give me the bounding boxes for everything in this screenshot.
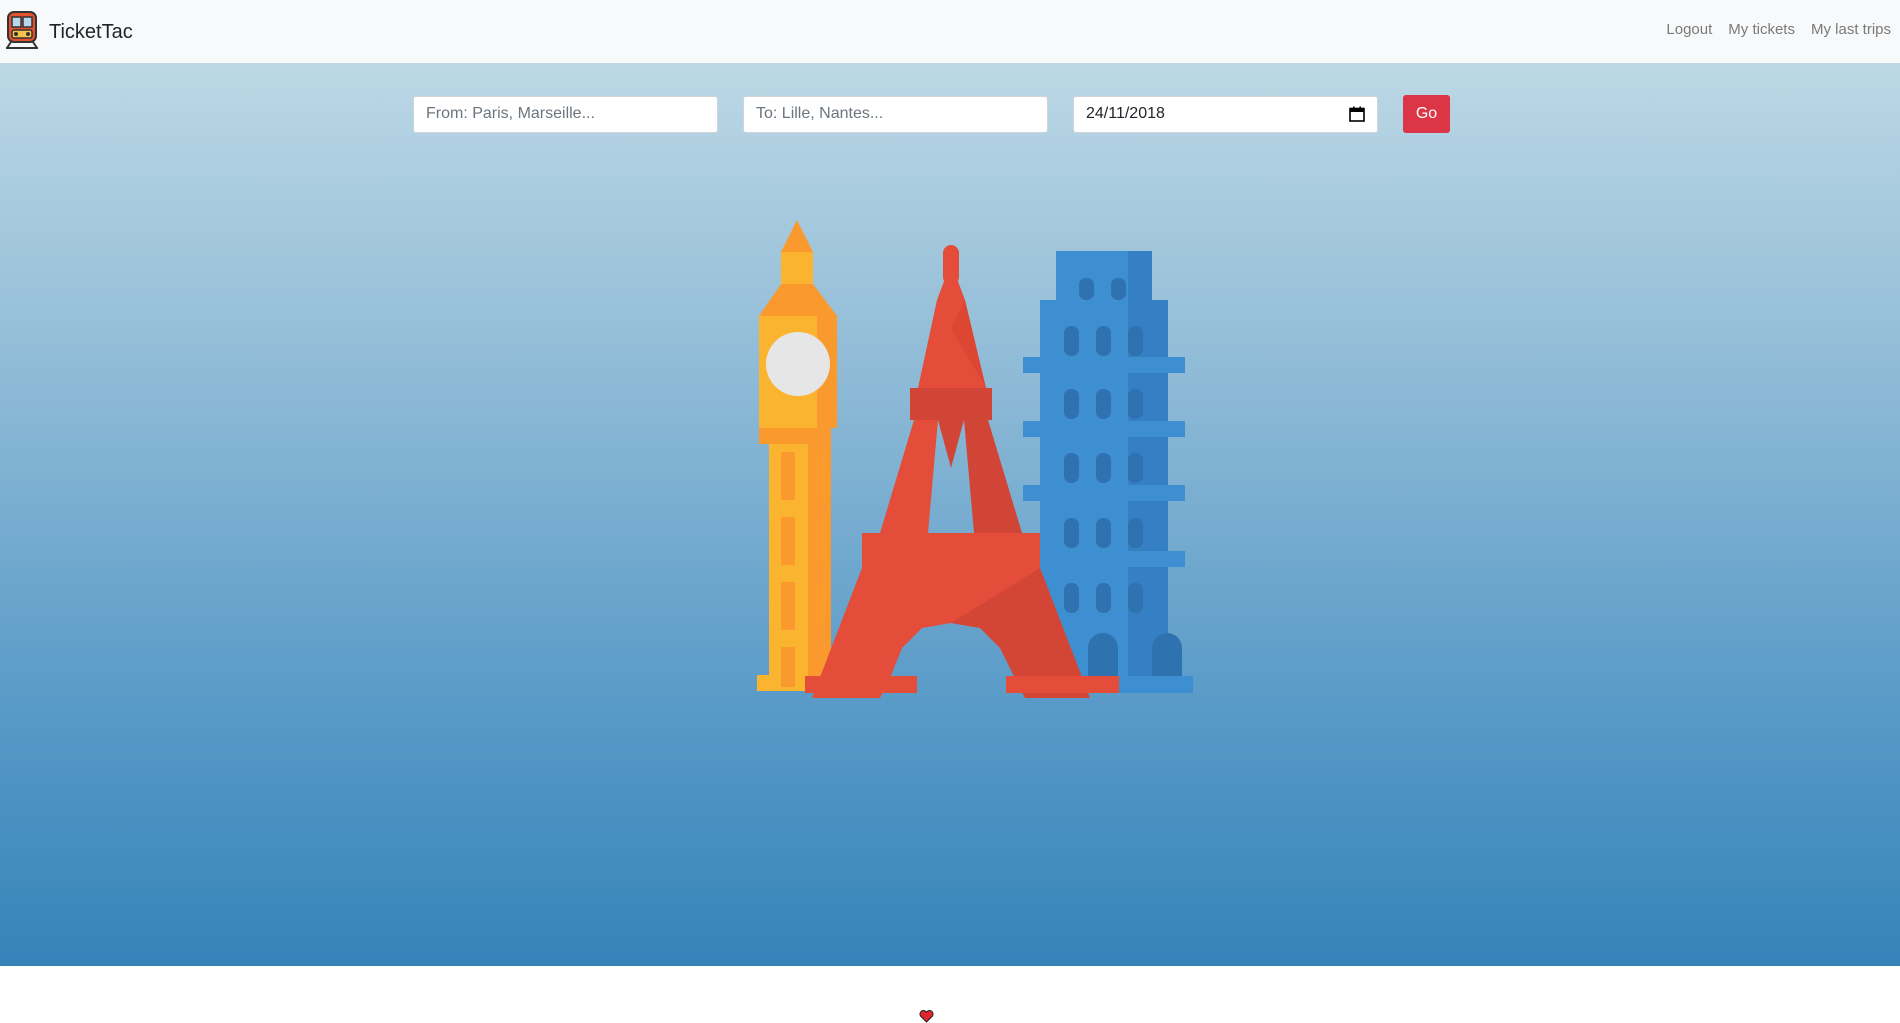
from-input[interactable]: [413, 95, 718, 133]
to-input[interactable]: [743, 95, 1048, 133]
brand[interactable]: TicketTac: [5, 10, 133, 55]
nav-my-tickets[interactable]: My tickets: [1728, 21, 1795, 38]
navbar: TicketTac Logout My tickets My last trip…: [0, 0, 1900, 63]
heart-icon: [919, 1009, 934, 1023]
nav-my-last-trips[interactable]: My last trips: [1811, 21, 1891, 38]
landmarks-illustration: [757, 220, 1193, 698]
big-ben-illustration: [757, 220, 837, 691]
footer: Made with by Chau & Dorian: [0, 1007, 1900, 1023]
footer-prefix: Made with: [848, 1007, 913, 1023]
nav-logout[interactable]: Logout: [1666, 21, 1712, 38]
calendar-icon[interactable]: [1349, 106, 1365, 122]
hero-section: 24/11/2018 Go: [0, 63, 1900, 1023]
search-form: 24/11/2018 Go: [413, 95, 1450, 133]
date-value: 24/11/2018: [1086, 105, 1165, 122]
train-icon: [5, 10, 39, 55]
date-input[interactable]: 24/11/2018: [1073, 95, 1378, 133]
go-button[interactable]: Go: [1403, 95, 1450, 133]
brand-name: TicketTac: [49, 21, 133, 43]
nav-links: Logout My tickets My last trips: [1650, 21, 1891, 38]
footer-suffix: by Chau & Dorian: [941, 1007, 1052, 1023]
